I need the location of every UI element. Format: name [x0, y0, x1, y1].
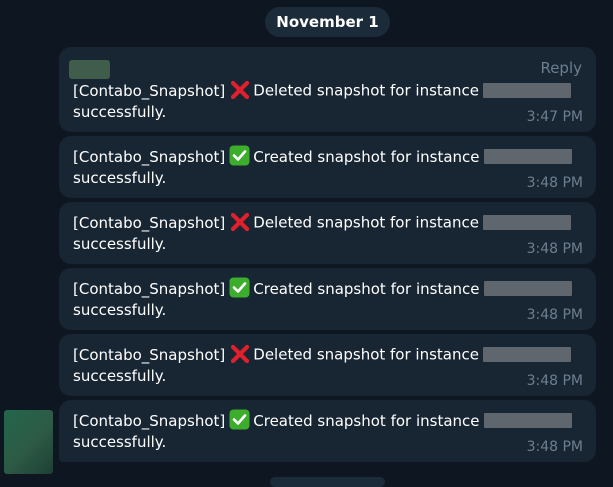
cross-mark-icon: [229, 79, 250, 100]
message-text: [Contabo_Snapshot] Created snapshot for i…: [73, 145, 576, 189]
bot-tag: [Contabo_Snapshot]: [73, 213, 226, 232]
message-time: 3:47 PM: [526, 109, 583, 125]
instance-id-redacted: [483, 149, 572, 164]
message-line: [Contabo_Snapshot] Deleted snapshot for i…: [73, 211, 576, 233]
message-line: [Contabo_Snapshot] Created snapshot for i…: [73, 145, 576, 167]
bot-tag: [Contabo_Snapshot]: [73, 81, 226, 100]
bot-tag: [Contabo_Snapshot]: [73, 280, 226, 298]
sender-name-redacted: [69, 60, 110, 79]
sender-avatar[interactable]: [4, 410, 53, 474]
message-continuation: successfully.: [73, 367, 167, 385]
message-text: [Contabo_Snapshot] Created snapshot for i…: [73, 409, 576, 453]
message-line: [Contabo_Snapshot] Deleted snapshot for i…: [73, 343, 576, 365]
message-bubble[interactable]: Reply [Contabo_Snapshot] Deleted snapshot…: [59, 47, 596, 132]
check-mark-icon: [229, 277, 250, 298]
cross-mark-icon: [229, 211, 250, 232]
date-separator-next: [270, 477, 385, 487]
message-time: 3:48 PM: [526, 373, 583, 389]
message-continuation: successfully.: [73, 169, 167, 187]
message-continuation: successfully.: [73, 103, 167, 121]
message-text: [Contabo_Snapshot] Deleted snapshot for i…: [73, 343, 576, 387]
bot-tag: [Contabo_Snapshot]: [73, 412, 226, 430]
message-text: [Contabo_Snapshot] Deleted snapshot for i…: [73, 211, 576, 255]
message-bubble[interactable]: [Contabo_Snapshot] Deleted snapshot for i…: [59, 202, 596, 264]
message-body: Deleted snapshot for instance: [253, 81, 479, 100]
message-body: Created snapshot for instance: [253, 280, 480, 298]
message-time: 3:48 PM: [526, 241, 583, 257]
cross-mark-icon: [229, 343, 250, 364]
message-body: Deleted snapshot for instance: [253, 345, 479, 364]
instance-id-redacted: [482, 346, 571, 362]
message-bubble[interactable]: [Contabo_Snapshot] Created snapshot for i…: [59, 136, 596, 198]
message-continuation: successfully.: [73, 235, 167, 253]
instance-id-redacted: [483, 281, 572, 296]
message-body: Created snapshot for instance: [253, 148, 480, 166]
instance-id-redacted: [483, 413, 572, 428]
message-time: 3:48 PM: [526, 307, 583, 323]
message-continuation: successfully.: [73, 301, 167, 319]
reply-button[interactable]: Reply: [540, 59, 582, 77]
message-bubble[interactable]: [Contabo_Snapshot] Created snapshot for i…: [59, 268, 596, 330]
bot-tag: [Contabo_Snapshot]: [73, 148, 226, 166]
check-mark-icon: [229, 145, 250, 166]
message-body: Deleted snapshot for instance: [253, 213, 479, 232]
message-text: [Contabo_Snapshot] Created snapshot for i…: [73, 277, 576, 321]
message-bubble[interactable]: [Contabo_Snapshot] Created snapshot for i…: [59, 400, 596, 462]
message-text: [Contabo_Snapshot] Deleted snapshot for i…: [73, 79, 576, 123]
instance-id-redacted: [482, 214, 571, 230]
message-line: [Contabo_Snapshot] Created snapshot for i…: [73, 409, 576, 431]
check-mark-icon: [229, 409, 250, 430]
message-line: [Contabo_Snapshot] Created snapshot for i…: [73, 277, 576, 299]
message-line: [Contabo_Snapshot] Deleted snapshot for i…: [73, 79, 576, 101]
date-separator: November 1: [265, 7, 390, 37]
message-continuation: successfully.: [73, 433, 167, 451]
message-time: 3:48 PM: [526, 175, 583, 191]
message-time: 3:48 PM: [526, 439, 583, 455]
instance-id-redacted: [482, 82, 571, 98]
message-body: Created snapshot for instance: [253, 412, 480, 430]
bot-tag: [Contabo_Snapshot]: [73, 345, 226, 364]
message-bubble[interactable]: [Contabo_Snapshot] Deleted snapshot for i…: [59, 334, 596, 396]
